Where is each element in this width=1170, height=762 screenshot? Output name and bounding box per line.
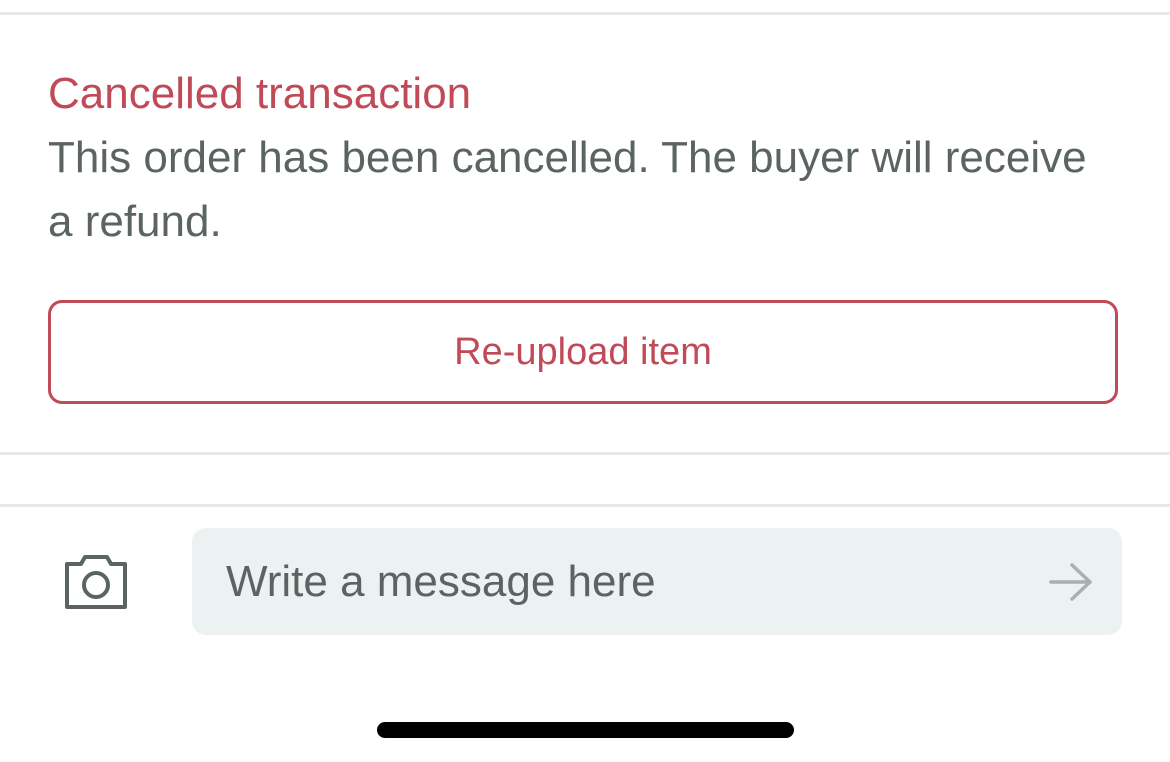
composer-divider bbox=[0, 504, 1170, 507]
cancellation-notice: Cancelled transaction This order has bee… bbox=[48, 62, 1118, 254]
camera-icon bbox=[65, 555, 127, 609]
arrow-right-icon bbox=[1049, 563, 1092, 601]
message-composer bbox=[192, 528, 1122, 635]
section-divider bbox=[0, 452, 1170, 455]
home-indicator bbox=[377, 722, 794, 738]
top-divider bbox=[0, 12, 1170, 15]
notice-body: This order has been cancelled. The buyer… bbox=[48, 133, 1087, 246]
send-button[interactable] bbox=[1048, 560, 1094, 604]
camera-button[interactable] bbox=[58, 550, 134, 614]
message-input[interactable] bbox=[226, 528, 1016, 635]
notice-title: Cancelled transaction bbox=[48, 69, 472, 118]
reupload-item-button[interactable]: Re-upload item bbox=[48, 300, 1118, 404]
